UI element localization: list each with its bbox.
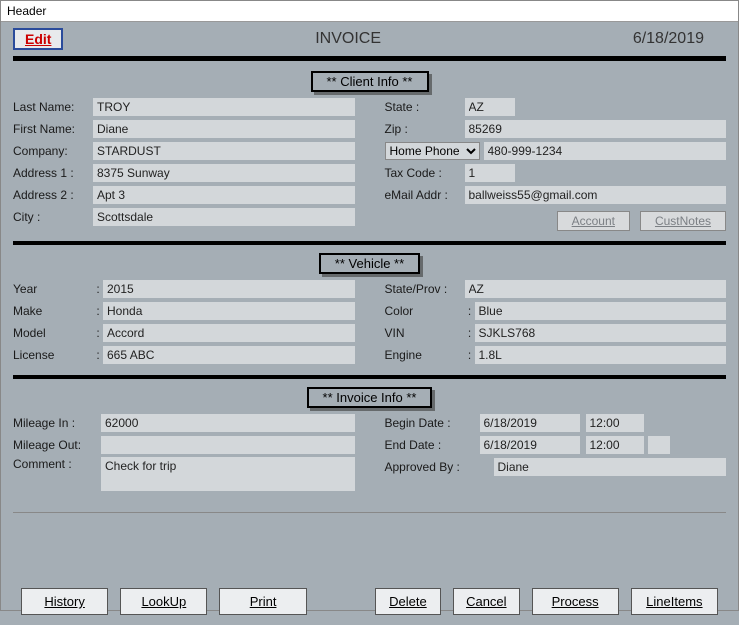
- address1-field[interactable]: [93, 164, 355, 182]
- mileageout-field[interactable]: [101, 436, 355, 454]
- make-field[interactable]: [103, 302, 355, 320]
- zip-field[interactable]: [465, 120, 727, 138]
- firstname-field[interactable]: [93, 120, 355, 138]
- label-address2: Address 2 :: [13, 188, 93, 202]
- page-title: INVOICE: [315, 30, 381, 48]
- lastname-field[interactable]: [93, 98, 355, 116]
- approvedby-field[interactable]: [494, 458, 727, 476]
- window-titlebar: Header: [1, 1, 738, 22]
- label-zip: Zip :: [385, 122, 465, 136]
- enddate-field[interactable]: [480, 436, 580, 454]
- bottom-spacer: [13, 512, 726, 582]
- label-city: City :: [13, 210, 93, 224]
- label-approvedby: Approved By :: [385, 460, 480, 474]
- begintime-field[interactable]: [586, 414, 644, 432]
- label-begindate: Begin Date :: [385, 416, 480, 430]
- custnotes-button[interactable]: CustNotes: [640, 211, 726, 231]
- window-title: Header: [7, 4, 46, 18]
- account-button[interactable]: Account: [557, 211, 630, 231]
- comment-field[interactable]: [101, 457, 355, 491]
- stateprov-field[interactable]: [465, 280, 727, 298]
- top-bar: Edit INVOICE 6/18/2019: [13, 26, 726, 54]
- address2-field[interactable]: [93, 186, 355, 204]
- divider: [13, 56, 726, 61]
- taxcode-field[interactable]: [465, 164, 515, 182]
- label-state: State :: [385, 100, 465, 114]
- form-content: Edit INVOICE 6/18/2019 ** Client Info **…: [1, 22, 738, 582]
- city-field[interactable]: [93, 208, 355, 226]
- endtime-field[interactable]: [586, 436, 644, 454]
- label-vin: VIN: [385, 326, 465, 340]
- label-firstname: First Name:: [13, 122, 93, 136]
- label-color: Color: [385, 304, 465, 318]
- vehicle-columns: Year: Make: Model: License: State/Prov :…: [13, 279, 726, 367]
- year-field[interactable]: [103, 280, 355, 298]
- label-engine: Engine: [385, 348, 465, 362]
- label-enddate: End Date :: [385, 438, 480, 452]
- label-taxcode: Tax Code :: [385, 166, 465, 180]
- mileagein-field[interactable]: [101, 414, 355, 432]
- license-field[interactable]: [103, 346, 355, 364]
- label-company: Company:: [13, 144, 93, 158]
- ampm-box[interactable]: [648, 436, 670, 454]
- label-mileageout: Mileage Out:: [13, 438, 101, 452]
- state-field[interactable]: [465, 98, 515, 116]
- section-header-client: ** Client Info **: [13, 71, 726, 91]
- divider: [13, 241, 726, 245]
- invoice-columns: Mileage In : Mileage Out: Comment : Begi…: [13, 413, 726, 494]
- label-mileagein: Mileage In :: [13, 416, 101, 430]
- label-lastname: Last Name:: [13, 100, 93, 114]
- label-make: Make: [13, 304, 93, 318]
- email-field[interactable]: [465, 186, 727, 204]
- begindate-field[interactable]: [480, 414, 580, 432]
- label-email: eMail Addr :: [385, 188, 465, 202]
- section-header-vehicle: ** Vehicle **: [13, 253, 726, 273]
- phone-type-select[interactable]: Home Phone: [385, 142, 480, 160]
- label-comment: Comment :: [13, 457, 101, 471]
- divider: [13, 375, 726, 379]
- phone-field[interactable]: [484, 142, 727, 160]
- engine-field[interactable]: [475, 346, 727, 364]
- label-stateprov: State/Prov :: [385, 282, 465, 296]
- label-model: Model: [13, 326, 93, 340]
- vin-field[interactable]: [475, 324, 727, 342]
- section-header-invoice: ** Invoice Info **: [13, 387, 726, 407]
- edit-button[interactable]: Edit: [13, 28, 63, 50]
- label-address1: Address 1 :: [13, 166, 93, 180]
- page-date: 6/18/2019: [633, 30, 726, 48]
- color-field[interactable]: [475, 302, 727, 320]
- company-field[interactable]: [93, 142, 355, 160]
- label-license: License: [13, 348, 93, 362]
- model-field[interactable]: [103, 324, 355, 342]
- label-year: Year: [13, 282, 93, 296]
- footer-buttons: History LookUp Print Delete Cancel Proce…: [1, 582, 738, 625]
- client-columns: Last Name: First Name: Company: Address …: [13, 97, 726, 233]
